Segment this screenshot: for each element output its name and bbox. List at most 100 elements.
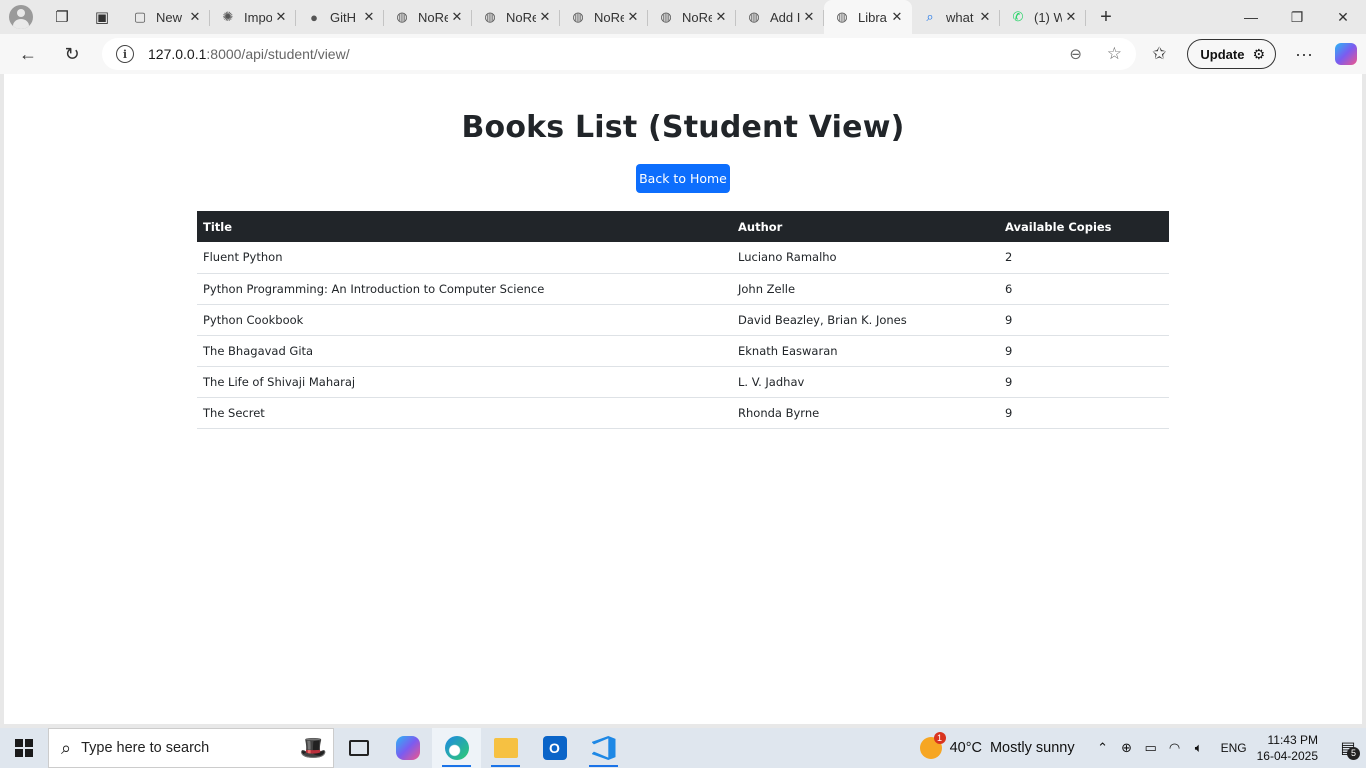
tab-close-icon[interactable]: ✕ — [360, 9, 378, 25]
taskbar-file-explorer[interactable] — [481, 728, 530, 768]
weather-temp: 40°C — [949, 740, 982, 756]
tab-close-icon[interactable]: ✕ — [800, 9, 818, 25]
taskbar-edge[interactable] — [432, 728, 481, 768]
task-view-icon — [348, 740, 369, 756]
page-viewport: Books List (Student View) Back to Home T… — [4, 74, 1362, 724]
folder-icon — [493, 738, 518, 758]
tab-title: NoRe — [418, 9, 448, 25]
tab-title: Add I — [770, 9, 800, 25]
browser-tab[interactable]: ◍ NoRe ✕ — [384, 2, 472, 32]
cell-author: L. V. Jadhav — [732, 366, 999, 398]
search-icon: ⌕ — [926, 9, 934, 24]
minimize-button[interactable]: — — [1228, 0, 1274, 34]
clock[interactable]: 11:43 PM 16-04-2025 — [1257, 732, 1318, 764]
taskbar: ⌕ Type here to search 🎩 O 40°C Mostly su… — [0, 728, 1366, 768]
browser-tab[interactable]: ◍ NoRe ✕ — [648, 2, 736, 32]
task-view-button[interactable] — [334, 728, 383, 768]
tab-close-icon[interactable]: ✕ — [272, 9, 290, 25]
back-icon[interactable]: ← — [6, 34, 50, 74]
copilot-icon — [395, 736, 420, 760]
column-header-author: Author — [732, 211, 999, 242]
refresh-icon[interactable]: ↻ — [50, 34, 94, 74]
cell-title: The Life of Shivaji Maharaj — [197, 366, 732, 398]
taskbar-search[interactable]: ⌕ Type here to search 🎩 — [48, 728, 334, 768]
notifications-button[interactable]: ▤ 5 — [1330, 728, 1366, 768]
tab-close-icon[interactable]: ✕ — [186, 9, 204, 25]
edge-icon — [444, 736, 469, 760]
notification-count: 5 — [1347, 747, 1360, 760]
favorite-star-icon[interactable]: ☆ — [1107, 44, 1122, 64]
window-controls: — ❐ ✕ — [1228, 0, 1366, 34]
tab-title: Impo — [244, 9, 272, 25]
back-to-home-button[interactable]: Back to Home — [636, 164, 730, 193]
outlook-icon: O — [542, 736, 567, 760]
browser-tab[interactable]: ● GitH ✕ — [296, 2, 384, 32]
address-bar[interactable]: i 127.0.0.1:8000/api/student/view/ ⊖ ☆ — [102, 38, 1136, 70]
cell-title: Python Programming: An Introduction to C… — [197, 273, 732, 305]
table-row: The Life of Shivaji Maharaj L. V. Jadhav 9 — [197, 366, 1169, 398]
update-icon: ⚙ — [1252, 45, 1265, 62]
cell-copies: 2 — [999, 242, 1169, 274]
tab-close-icon[interactable]: ✕ — [448, 9, 466, 25]
sun-icon — [919, 732, 946, 759]
restore-button[interactable]: ❐ — [1274, 0, 1320, 34]
tab-title: NoRe — [506, 9, 536, 25]
favorites-icon[interactable]: ✩ — [1137, 44, 1181, 64]
taskbar-copilot[interactable] — [383, 728, 432, 768]
cell-copies: 9 — [999, 366, 1169, 398]
close-window-button[interactable]: ✕ — [1320, 0, 1366, 34]
more-menu-icon[interactable]: ··· — [1282, 44, 1326, 65]
tab-title: what — [946, 9, 974, 25]
browser-tab[interactable]: ✆ (1) W ✕ — [1000, 2, 1086, 32]
profile-button[interactable] — [0, 0, 42, 34]
globe-icon: ◍ — [484, 9, 496, 24]
wifi-icon[interactable]: ◠ — [1163, 740, 1187, 756]
url-text[interactable]: 127.0.0.1:8000/api/student/view/ — [148, 46, 350, 62]
new-tab-button[interactable]: + — [1086, 6, 1126, 29]
tab-close-icon[interactable]: ✕ — [888, 9, 906, 25]
browser-tab[interactable]: ✺ Impo ✕ — [210, 2, 296, 32]
cell-author: Rhonda Byrne — [732, 397, 999, 429]
cell-copies: 9 — [999, 397, 1169, 429]
tab-close-icon[interactable]: ✕ — [976, 9, 994, 25]
browser-tab[interactable]: ◍ NoRe ✕ — [472, 2, 560, 32]
network-activity-icon[interactable]: ⊕ — [1115, 740, 1139, 756]
browser-tab[interactable]: ⌕ what ✕ — [912, 2, 1000, 32]
start-button[interactable] — [0, 728, 48, 768]
speaker-icon[interactable]: 🔈︎ — [1187, 740, 1211, 756]
cell-title: Python Cookbook — [197, 304, 732, 336]
tab-close-icon[interactable]: ✕ — [536, 9, 554, 25]
globe-icon: ◍ — [836, 9, 848, 24]
tab-close-icon[interactable]: ✕ — [712, 9, 730, 25]
globe-icon: ◍ — [660, 9, 672, 24]
tab-close-icon[interactable]: ✕ — [624, 9, 642, 25]
site-info-icon[interactable]: i — [116, 45, 134, 63]
cell-author: John Zelle — [732, 273, 999, 305]
chevron-up-icon[interactable]: ⌃ — [1091, 740, 1115, 756]
copilot-button[interactable] — [1326, 34, 1366, 74]
weather-condition: Mostly sunny — [989, 740, 1075, 756]
globe-icon: ◍ — [572, 9, 584, 24]
tab-title: New — [156, 9, 183, 25]
taskbar-vscode[interactable] — [579, 728, 628, 768]
update-button[interactable]: Update ⚙ — [1187, 39, 1276, 69]
tab-title: (1) W — [1034, 9, 1062, 25]
vertical-tabs-icon[interactable]: ▣ — [82, 0, 122, 34]
table-row: Python Programming: An Introduction to C… — [197, 273, 1169, 305]
language-indicator[interactable]: ENG — [1221, 741, 1247, 755]
taskbar-outlook[interactable]: O — [530, 728, 579, 768]
browser-tab[interactable]: ◍ Add I ✕ — [736, 2, 824, 32]
cell-copies: 9 — [999, 335, 1169, 367]
browser-tab[interactable]: ▢ New ✕ — [122, 2, 210, 32]
address-bar-row: ← ↻ i 127.0.0.1:8000/api/student/view/ ⊖… — [0, 34, 1366, 74]
weather-widget[interactable]: 40°C Mostly sunny — [919, 732, 1075, 759]
tab-close-icon[interactable]: ✕ — [1062, 9, 1080, 25]
browser-tab[interactable]: ◍ Libra ✕ — [824, 0, 912, 34]
cell-copies: 9 — [999, 304, 1169, 336]
browser-tab[interactable]: ◍ NoRe ✕ — [560, 2, 648, 32]
battery-icon[interactable]: ▭ — [1139, 740, 1163, 756]
zoom-icon[interactable]: ⊖ — [1069, 45, 1082, 63]
table-row: Python Cookbook David Beazley, Brian K. J… — [197, 304, 1169, 336]
chatgpt-icon: ✺ — [222, 9, 234, 24]
workspaces-icon[interactable]: ❐ — [42, 0, 82, 34]
